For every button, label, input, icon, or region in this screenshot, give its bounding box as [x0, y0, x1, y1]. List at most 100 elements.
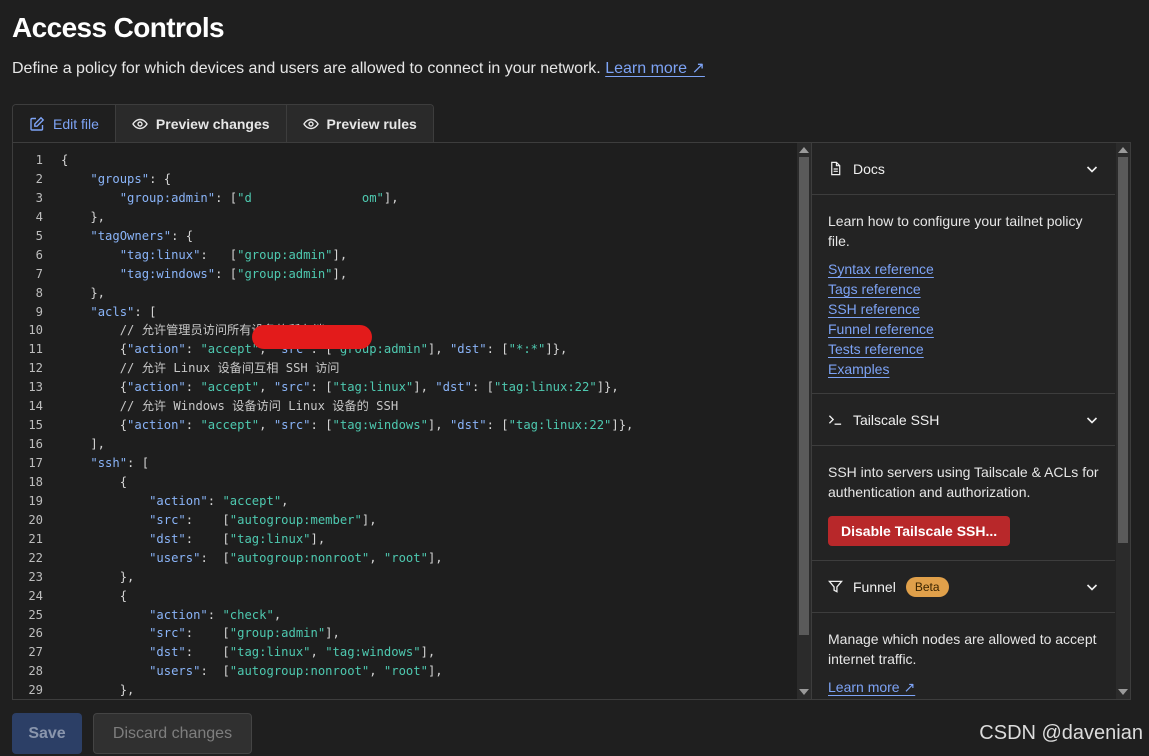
- code-token: ]},: [545, 342, 568, 357]
- docs-description: Learn how to configure your tailnet poli…: [828, 213, 1083, 249]
- funnel-reference-link[interactable]: Funnel reference: [828, 319, 934, 339]
- code-token: "tag:linux": [229, 531, 311, 546]
- subtitle-text: Define a policy for which devices and us…: [12, 60, 601, 77]
- syntax-reference-link[interactable]: Syntax reference: [828, 259, 934, 279]
- scrollbar-thumb[interactable]: [799, 157, 809, 635]
- eye-icon: [302, 118, 319, 130]
- code-line[interactable]: 16 ],: [13, 435, 633, 454]
- code-text: "tag:windows": ["group:admin"],: [61, 265, 347, 284]
- code-line[interactable]: 23 },: [13, 568, 633, 587]
- code-editor[interactable]: 1{2 "groups": {3 "group:admin": ["d om"]…: [13, 143, 811, 699]
- line-number: 14: [28, 399, 43, 414]
- code-line[interactable]: 4 },: [13, 208, 633, 227]
- code-line[interactable]: 5 "tagOwners": {: [13, 227, 633, 246]
- tags-reference-link[interactable]: Tags reference: [828, 279, 921, 299]
- funnel-section-header[interactable]: Funnel Beta: [812, 561, 1115, 613]
- code-line[interactable]: 28 "users": ["autogroup:nonroot", "root"…: [13, 662, 633, 681]
- code-line[interactable]: 24 {: [13, 587, 633, 606]
- tab-edit-file[interactable]: Edit file: [13, 105, 115, 143]
- tab-label: Preview changes: [155, 116, 270, 132]
- chevron-down-icon: [1086, 165, 1098, 173]
- code-line[interactable]: 14 // 允许 Windows 设备访问 Linux 设备的 SSH: [13, 397, 633, 416]
- funnel-learn-more-link[interactable]: Learn more ↗: [828, 677, 915, 697]
- code-token: "tag:linux": [332, 380, 414, 395]
- code-line[interactable]: 26 "src": ["group:admin"],: [13, 624, 633, 643]
- filter-icon: [828, 580, 843, 593]
- scroll-down-arrow[interactable]: [1118, 689, 1128, 695]
- code-token: "dst": [449, 342, 487, 357]
- code-line[interactable]: 20 "src": ["autogroup:member"],: [13, 511, 633, 530]
- ssh-reference-link[interactable]: SSH reference: [828, 299, 920, 319]
- scroll-up-arrow[interactable]: [1118, 147, 1128, 153]
- examples-link[interactable]: Examples: [828, 359, 889, 379]
- line-number: 15: [28, 418, 43, 433]
- line-number: 8: [35, 285, 43, 300]
- code-token: :: [185, 342, 201, 357]
- line-number: 10: [28, 323, 43, 338]
- editor-scrollbar[interactable]: [797, 143, 811, 699]
- code-token: ],: [427, 664, 443, 679]
- docs-section-header[interactable]: Docs: [812, 143, 1115, 195]
- code-token: "acls": [90, 304, 135, 319]
- code-token: // 允许 Linux 设备间互相 SSH 访问: [119, 361, 340, 376]
- code-token: "autogroup:member": [229, 512, 362, 527]
- code-token: {: [61, 380, 128, 395]
- code-line[interactable]: 13 {"action": "accept", "src": ["tag:lin…: [13, 378, 633, 397]
- code-line[interactable]: 9 "acls": [: [13, 303, 633, 322]
- code-token: "tagOwners": [90, 228, 172, 243]
- code-line[interactable]: 21 "dst": ["tag:linux"],: [13, 530, 633, 549]
- code-token: {: [61, 474, 128, 489]
- code-line[interactable]: 22 "users": ["autogroup:nonroot", "root"…: [13, 549, 633, 568]
- line-number: 26: [28, 626, 43, 641]
- tab-label: Edit file: [53, 116, 99, 132]
- chevron-down-icon: [1086, 416, 1098, 424]
- code-line[interactable]: 15 {"action": "accept", "src": ["tag:win…: [13, 416, 633, 435]
- code-line[interactable]: 2 "groups": {: [13, 170, 633, 189]
- code-text: },: [61, 208, 105, 227]
- code-token: {: [61, 342, 128, 357]
- document-icon: [831, 161, 841, 176]
- ssh-section-header[interactable]: Tailscale SSH: [812, 394, 1115, 446]
- line-number: 6: [35, 247, 43, 262]
- code-line[interactable]: 7 "tag:windows": ["group:admin"],: [13, 265, 633, 284]
- scrollbar-thumb[interactable]: [1118, 157, 1128, 543]
- code-line[interactable]: 3 "group:admin": ["d om"],: [13, 189, 633, 208]
- scroll-down-arrow[interactable]: [799, 689, 809, 695]
- discard-changes-button[interactable]: Discard changes: [93, 713, 252, 754]
- code-line[interactable]: 18 {: [13, 473, 633, 492]
- code-text: {"action": "accept", "src": ["tag:window…: [61, 416, 634, 435]
- tab-preview-rules[interactable]: Preview rules: [285, 105, 433, 143]
- tab-preview-changes[interactable]: Preview changes: [114, 105, 286, 143]
- code-token: :: [185, 380, 201, 395]
- code-token: : [: [310, 380, 333, 395]
- code-line[interactable]: 1{: [13, 151, 633, 170]
- code-token: "autogroup:nonroot": [229, 664, 370, 679]
- line-number: 3: [35, 190, 43, 205]
- code-text: "src": ["group:admin"],: [61, 624, 340, 643]
- code-token: {: [61, 153, 69, 167]
- code-line[interactable]: 8 },: [13, 284, 633, 303]
- tests-reference-link[interactable]: Tests reference: [828, 339, 924, 359]
- tab-label: Preview rules: [326, 116, 417, 132]
- save-button[interactable]: Save: [12, 713, 82, 754]
- code-token: : [: [185, 512, 230, 527]
- code-token: ],: [383, 190, 399, 205]
- code-line[interactable]: 12 // 允许 Linux 设备间互相 SSH 访问: [13, 359, 633, 378]
- scroll-up-arrow[interactable]: [799, 147, 809, 153]
- disable-ssh-button[interactable]: Disable Tailscale SSH...: [828, 516, 1011, 546]
- code-token: "action": [127, 380, 186, 395]
- code-line[interactable]: 17 "ssh": [: [13, 454, 633, 473]
- code-token: : {: [171, 228, 194, 243]
- code-line[interactable]: 29 },: [13, 681, 633, 699]
- code-line[interactable]: 27 "dst": ["tag:linux", "tag:windows"],: [13, 643, 633, 662]
- sidebar-scrollbar[interactable]: [1116, 143, 1130, 699]
- code-line[interactable]: 25 "action": "check",: [13, 606, 633, 625]
- code-line[interactable]: 6 "tag:linux": ["group:admin"],: [13, 246, 633, 265]
- learn-more-link[interactable]: Learn more ↗: [605, 60, 705, 77]
- code-line[interactable]: 19 "action": "accept",: [13, 492, 633, 511]
